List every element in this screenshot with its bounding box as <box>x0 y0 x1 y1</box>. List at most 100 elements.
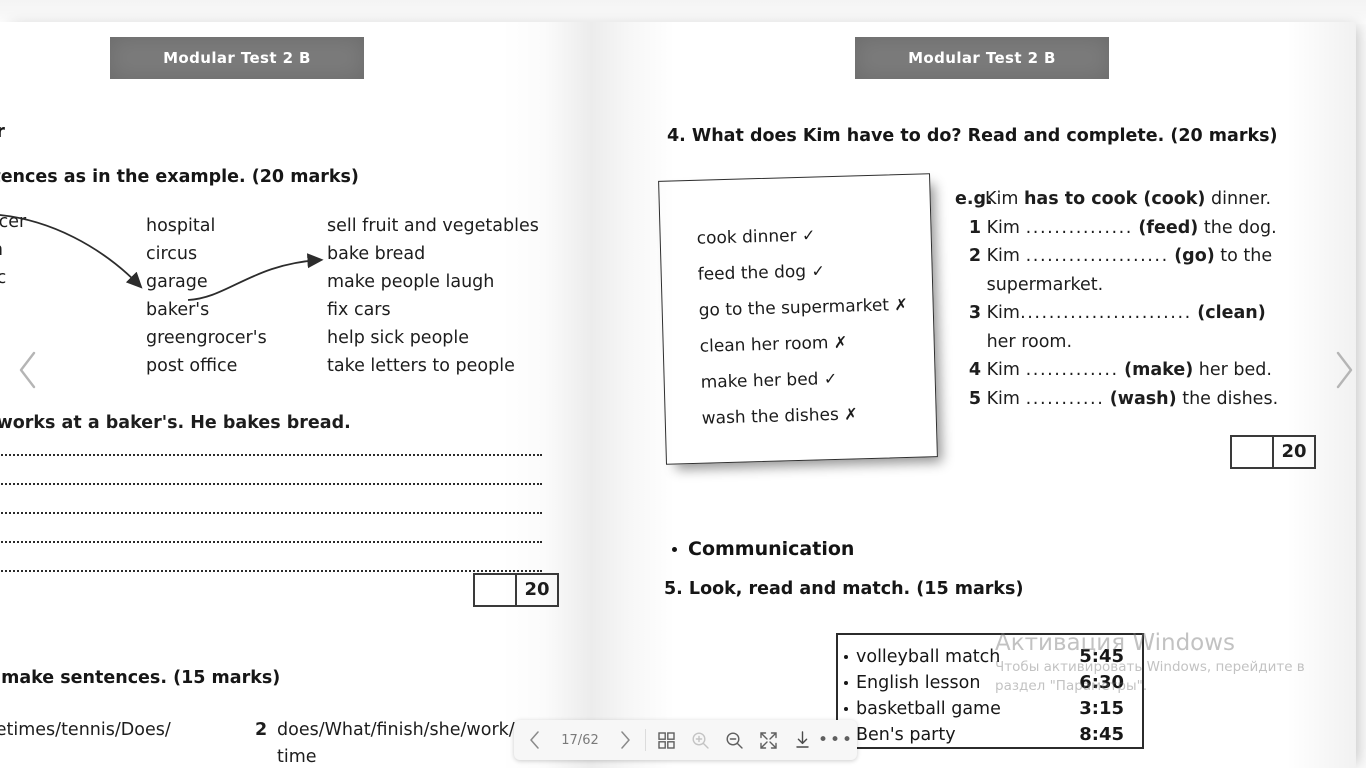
bullet-icon <box>844 681 848 685</box>
row-verb: (wash) <box>1109 388 1177 409</box>
score-box-right: 20 <box>1230 435 1316 469</box>
row-post: the dishes. <box>1176 388 1279 409</box>
download-button[interactable] <box>785 723 819 757</box>
ex3-item2-words: does/What/finish/she/work/ <box>277 720 515 740</box>
section-label-grammar: nar <box>0 122 5 142</box>
example-label: e.g. <box>955 189 993 209</box>
page-number-input[interactable]: 17/62 <box>552 733 608 748</box>
event-label: basketball game <box>856 699 1001 719</box>
chevron-right-icon <box>1336 351 1353 389</box>
blank-dots: ․․․․․․․․․․․ <box>1025 388 1105 409</box>
action-item: sell fruit and vegetables <box>327 216 539 236</box>
event-time: 8:45 <box>1079 724 1124 745</box>
row-pre: Kim <box>986 217 1026 238</box>
row-number: 5 <box>968 388 981 409</box>
ex4-row: 5 Kim ․․․․․․․․․․․ (wash) the dishes. <box>955 385 1305 414</box>
column-places: hospital circus garage baker's greengroc… <box>146 212 267 380</box>
exercise-2-heading: entences as in the example. (20 marks) <box>0 167 359 187</box>
example-answer: has to cook (cook) <box>1023 189 1206 209</box>
chore-label: make her bed <box>700 369 819 393</box>
score-total: 20 <box>1272 437 1314 467</box>
more-icon: ••• <box>817 730 855 750</box>
row-number: 3 <box>968 303 981 323</box>
chore-item: feed the dog ✓ <box>697 251 907 293</box>
column-jobs: grocer nan anic <box>0 208 90 292</box>
chore-label: clean her room <box>699 333 829 357</box>
example-pre: Kim <box>985 189 1024 209</box>
fit-page-button[interactable] <box>751 723 785 757</box>
exercise-4-answers: e.g.Kim has to cook (cook) dinner. 1 Kim… <box>955 185 1305 413</box>
row-verb: (go) <box>1174 246 1215 266</box>
timetable-list: volleyball match 5:45 English lesson 6:3… <box>838 635 1142 748</box>
row-number: 2 <box>968 246 981 266</box>
ex4-row-continuation: her room. <box>955 328 1305 357</box>
chore-list: cook dinner ✓ feed the dog ✓ go to the s… <box>696 215 911 437</box>
prev-page-chevron[interactable] <box>14 348 42 392</box>
blank-dots: ․․․․․․․․․․․․․․․․․․․․․․․․ <box>1019 303 1192 323</box>
event-label: volleyball match <box>856 647 1001 667</box>
check-icon: ✓ <box>811 261 826 281</box>
answer-line <box>0 452 542 456</box>
cross-icon: ✗ <box>833 332 848 353</box>
check-icon: ✓ <box>823 368 838 389</box>
chore-item: cook dinner ✓ <box>696 215 906 257</box>
toolbar-divider <box>645 729 646 751</box>
action-item: bake bread <box>327 244 426 264</box>
event-label: English lesson <box>856 673 981 693</box>
previous-page-button[interactable] <box>518 723 552 757</box>
score-total: 20 <box>515 575 557 605</box>
chore-label: cook dinner <box>696 226 797 249</box>
row-post: to the <box>1214 246 1273 266</box>
row-verb: (clean) <box>1197 303 1266 323</box>
answer-line <box>0 510 542 514</box>
place-item: post office <box>146 356 238 376</box>
pdf-toolbar: 17/62 ••• <box>514 720 857 760</box>
job-item: grocer <box>0 212 27 232</box>
check-icon: ✓ <box>801 225 816 245</box>
viewer-top-strip <box>0 0 1366 24</box>
next-page-button[interactable] <box>608 723 642 757</box>
job-item: nan <box>0 236 90 264</box>
timetable-row: English lesson 6:30 <box>844 670 1142 696</box>
chevron-left-icon <box>19 351 36 389</box>
row-number: 4 <box>968 360 981 380</box>
cross-icon: ✗ <box>894 294 908 315</box>
thumbnails-button[interactable] <box>649 723 683 757</box>
row-verb: (feed) <box>1138 217 1199 238</box>
chore-item: go to the supermarket ✗ <box>698 287 908 329</box>
ex4-row: 3 Kim․․․․․․․․․․․․․․․․․․․․․․․․ (clean) <box>955 299 1305 328</box>
exercise-4-heading: 4. What does Kim have to do? Read and co… <box>667 126 1278 146</box>
blank-dots: ․․․․․․․․․․․․․․․․․․․․ <box>1025 246 1169 266</box>
event-time: 6:30 <box>1079 672 1124 693</box>
ex4-row: 2 Kim ․․․․․․․․․․․․․․․․․․․․ (go) to the <box>955 242 1305 271</box>
timetable-row: volleyball match 5:45 <box>844 644 1142 670</box>
row-pre: supermarket. <box>986 274 1104 295</box>
ex4-row: 4 Kim ․․․․․․․․․․․․․ (make) her bed. <box>955 356 1305 385</box>
download-icon <box>795 731 809 748</box>
example-post: dinner. <box>1205 189 1272 209</box>
blank-dots: ․․․․․․․․․․․․․․․ <box>1025 217 1133 238</box>
page-left: Modular Test 2 B nar entences as in the … <box>0 22 560 768</box>
zoom-out-button[interactable] <box>717 723 751 757</box>
next-page-chevron[interactable] <box>1330 348 1358 392</box>
row-pre: Kim <box>986 388 1026 409</box>
bullet-icon <box>844 655 848 659</box>
book-spread: Modular Test 2 B nar entences as in the … <box>0 22 1356 768</box>
cross-icon: ✗ <box>843 404 858 424</box>
place-item: garage <box>146 272 208 292</box>
column-actions: sell fruit and vegetables bake bread mak… <box>327 212 539 380</box>
ex3-item2-words-cont: time <box>277 747 317 767</box>
row-post: her bed. <box>1193 360 1272 380</box>
action-item: make people laugh <box>327 272 495 292</box>
row-number: 1 <box>968 217 981 238</box>
zoom-in-button[interactable] <box>683 723 717 757</box>
chore-label: go to the supermarket <box>698 295 890 321</box>
more-options-button[interactable]: ••• <box>817 723 855 757</box>
banner-right: Modular Test 2 B <box>855 37 1109 79</box>
ex4-row-continuation: supermarket. <box>955 271 1305 300</box>
event-time: 3:15 <box>1079 698 1124 719</box>
place-item: baker's <box>146 300 210 320</box>
action-item: help sick people <box>327 328 470 348</box>
exercise-5-heading: 5. Look, read and match. (15 marks) <box>664 579 1024 599</box>
event-time: 5:45 <box>1079 646 1124 667</box>
